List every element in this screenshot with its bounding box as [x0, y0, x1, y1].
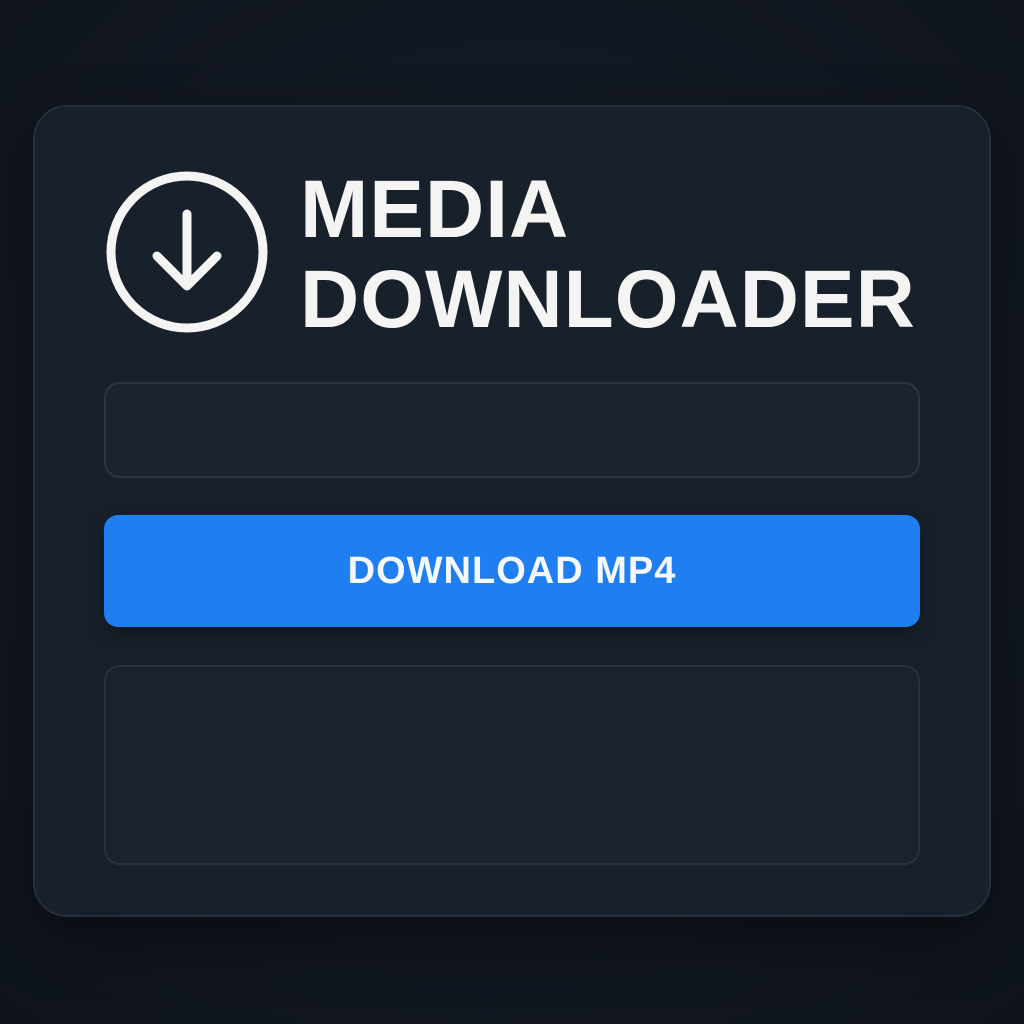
app-title: MEDIA DOWNLOADER: [300, 165, 916, 345]
download-mp4-button[interactable]: DOWNLOAD MP4: [104, 515, 920, 627]
output-area: [104, 665, 920, 865]
app-title-line-2: DOWNLOADER: [300, 254, 916, 345]
download-circle-icon: [105, 170, 269, 334]
app-title-line-1: MEDIA: [300, 164, 570, 255]
url-input[interactable]: [104, 382, 920, 478]
page: MEDIA DOWNLOADER DOWNLOAD MP4: [0, 0, 1024, 1024]
